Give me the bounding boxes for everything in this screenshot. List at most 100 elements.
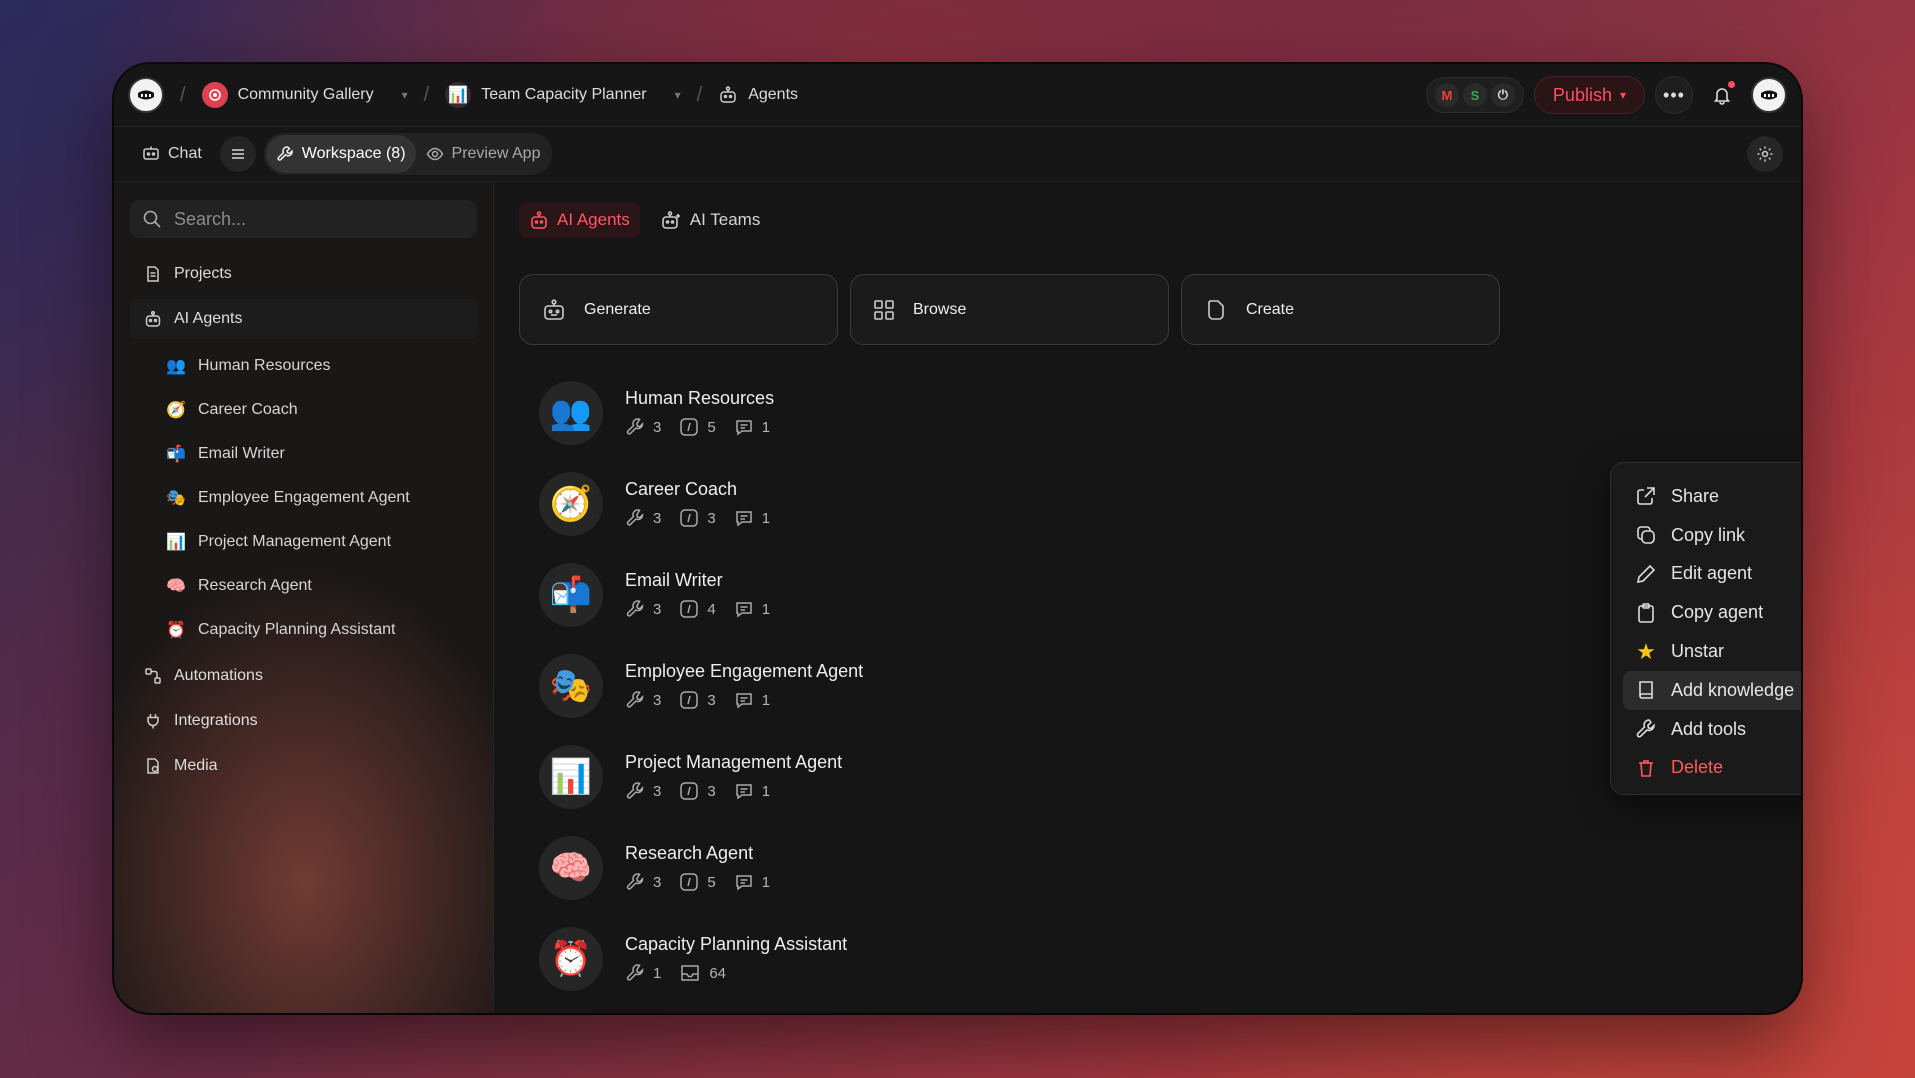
menu-item-edit-agent[interactable]: Edit agent: [1623, 555, 1801, 594]
sidebar-item-ai-agents[interactable]: AI Agents: [130, 299, 477, 339]
robot-icon: [145, 310, 161, 327]
search-input[interactable]: Search...: [174, 209, 246, 230]
breadcrumb-separator: /: [423, 83, 430, 106]
sidebar-item-integrations[interactable]: Integrations: [130, 701, 477, 741]
sidebar-item-label: Integrations: [174, 712, 258, 729]
chat-bubble-icon: [735, 693, 752, 709]
agent-actions: Generate Browse Create: [519, 274, 1777, 345]
integration-icons[interactable]: M S ⏻: [1425, 77, 1524, 113]
menu-button[interactable]: [219, 136, 256, 172]
instructions-count: 3: [707, 509, 716, 527]
agent-name: Project Management Agent: [625, 752, 843, 772]
sidebar-agent-capacity-planning[interactable]: ⏰ Capacity Planning Assistant: [130, 608, 477, 652]
compass-icon: 🧭: [539, 471, 603, 536]
sidebar: Search... Projects AI Agents 👥 Human Res…: [114, 182, 494, 1013]
chats-count: 1: [761, 418, 771, 436]
app-logo-icon[interactable]: [128, 77, 164, 113]
breadcrumb-agents[interactable]: Agents: [718, 85, 798, 105]
workspace-tab[interactable]: Workspace (8): [265, 135, 416, 173]
menu-item-label: Share: [1671, 485, 1720, 506]
sidebar-item-automations[interactable]: Automations: [130, 656, 477, 696]
browse-button[interactable]: Browse: [850, 274, 1169, 345]
agent-name: Career Coach: [625, 479, 738, 499]
menu-item-label: Delete: [1671, 757, 1724, 778]
user-avatar[interactable]: [1751, 77, 1787, 113]
chevron-down-icon[interactable]: ▾: [675, 88, 681, 102]
list-item[interactable]: 📬 Email Writer 3 4 1: [519, 549, 1777, 640]
agent-name: Employee Engagement Agent: [625, 661, 864, 681]
breadcrumb-separator: /: [696, 83, 703, 106]
agent-name: Research Agent: [625, 843, 754, 863]
sidebar-agent-label: Email Writer: [198, 445, 285, 462]
menu-item-copy-link[interactable]: Copy link: [1623, 516, 1801, 555]
list-item[interactable]: 📊 Project Management Agent 3 3 1: [519, 731, 1777, 822]
menu-item-share[interactable]: Share: [1623, 477, 1801, 516]
create-button[interactable]: Create: [1181, 274, 1500, 345]
sidebar-agent-employee-engagement[interactable]: 🎭 Employee Engagement Agent: [130, 476, 477, 520]
more-options-button[interactable]: •••: [1655, 76, 1693, 114]
agent-stats: 3 3 1: [625, 690, 863, 710]
mailbox-icon: 📬: [539, 562, 603, 627]
sidebar-item-label: Media: [174, 757, 218, 774]
preview-app-tab[interactable]: Preview App: [416, 135, 551, 173]
top-bar: / Community Gallery ▾ / 📊 Team Capacity …: [114, 64, 1801, 126]
generate-button[interactable]: Generate: [519, 274, 838, 345]
agent-context-menu: Share Copy link Edit agent Copy agent ★ …: [1610, 462, 1801, 795]
agent-name: Capacity Planning Assistant: [625, 934, 848, 954]
agent-stats: 3 4 1: [625, 599, 788, 619]
sidebar-agent-career-coach[interactable]: 🧭 Career Coach: [130, 388, 477, 432]
agent-stats: 3 3 1: [625, 781, 842, 801]
tab-ai-agents[interactable]: AI Agents: [519, 202, 640, 238]
chat-button[interactable]: Chat: [132, 135, 212, 173]
breadcrumb-community-gallery[interactable]: Community Gallery ▾: [201, 82, 408, 108]
instructions-icon: [680, 509, 699, 527]
tools-count: 3: [653, 509, 662, 527]
gallery-icon: [201, 82, 228, 108]
tab-ai-teams[interactable]: AI Teams: [650, 202, 771, 238]
list-item[interactable]: 🎭 Employee Engagement Agent 3 3 1: [519, 640, 1777, 731]
sidebar-agent-project-management[interactable]: 📊 Project Management Agent: [130, 520, 477, 564]
plug-icon: ⏻: [1490, 83, 1515, 107]
list-item[interactable]: 🧠 Research Agent 3 5 1: [519, 822, 1777, 913]
chat-robot-icon: [143, 146, 159, 160]
list-item[interactable]: 👥 Human Resources 3 5 1: [519, 367, 1777, 458]
menu-item-copy-agent[interactable]: Copy agent: [1623, 593, 1801, 632]
wrench-icon: [1636, 719, 1655, 738]
agent-list: 👥 Human Resources 3 5 1 🧭 Career Coach 3: [519, 367, 1777, 1004]
menu-item-add-tools[interactable]: Add tools: [1623, 710, 1801, 749]
sidebar-agent-research[interactable]: 🧠 Research Agent: [130, 564, 477, 608]
sidebar-item-projects[interactable]: Projects: [130, 254, 477, 294]
wrench-icon: [626, 600, 644, 617]
sidebar-agent-label: Research Agent: [198, 577, 312, 594]
pencil-icon: [1636, 564, 1656, 584]
brain-icon: 🧠: [539, 835, 603, 900]
preview-label: Preview App: [451, 145, 541, 162]
sidebar-agent-email-writer[interactable]: 📬 Email Writer: [130, 432, 477, 476]
search-box[interactable]: Search...: [130, 200, 477, 238]
grid-icon: [874, 299, 894, 320]
chats-count: 1: [761, 782, 771, 800]
sidebar-item-label: AI Agents: [174, 310, 243, 327]
chevron-down-icon[interactable]: ▾: [402, 88, 408, 102]
action-label: Browse: [913, 300, 967, 318]
menu-item-add-knowledge[interactable]: Add knowledge: [1623, 670, 1801, 710]
star-icon: ★: [1636, 638, 1656, 664]
trash-icon: [1639, 760, 1653, 777]
bar-chart-icon: 📊: [166, 534, 186, 551]
settings-button[interactable]: [1747, 136, 1783, 172]
sidebar-agent-human-resources[interactable]: 👥 Human Resources: [130, 344, 477, 388]
breadcrumb-team-capacity-planner[interactable]: 📊 Team Capacity Planner ▾: [445, 82, 681, 108]
list-item[interactable]: 🧭 Career Coach 3 3 1: [519, 458, 1777, 549]
theater-masks-icon: 🎭: [166, 490, 186, 507]
robot-icon: [720, 86, 736, 103]
list-item[interactable]: ⏰ Capacity Planning Assistant 1 64: [519, 913, 1777, 1004]
people-icon: 👥: [166, 358, 186, 375]
chat-bubble-icon: [735, 511, 752, 527]
breadcrumb-label: Team Capacity Planner: [481, 86, 647, 103]
publish-button[interactable]: Publish ▾: [1533, 76, 1645, 114]
sidebar-item-media[interactable]: Media: [130, 746, 477, 786]
menu-item-unstar[interactable]: ★ Unstar: [1623, 632, 1801, 671]
menu-item-delete[interactable]: Delete: [1623, 749, 1801, 788]
notifications-button[interactable]: [1703, 76, 1741, 114]
share-icon: [1637, 487, 1655, 506]
